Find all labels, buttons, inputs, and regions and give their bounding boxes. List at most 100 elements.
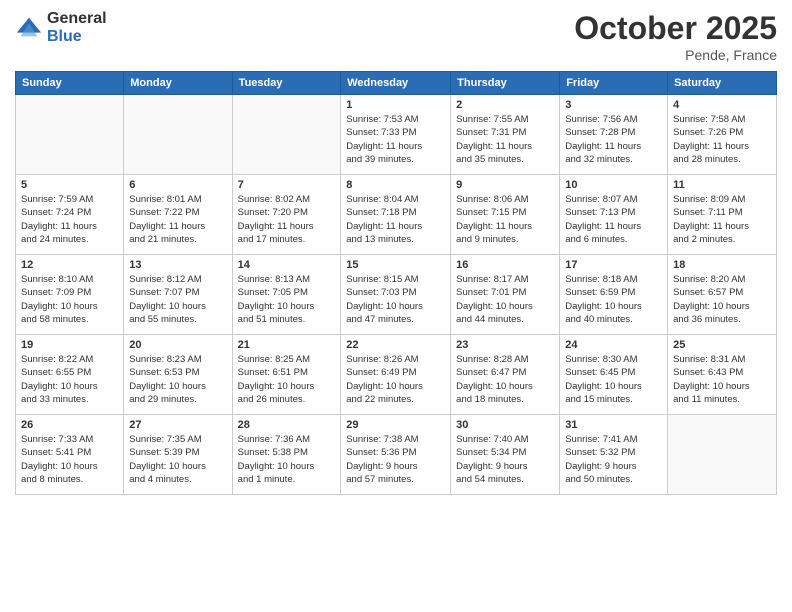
col-friday: Friday [560, 72, 668, 95]
day-number: 24 [565, 339, 662, 351]
day-number: 21 [238, 339, 336, 351]
day-info: Sunrise: 8:02 AMSunset: 7:20 PMDaylight:… [238, 193, 336, 246]
day-info: Sunrise: 7:58 AMSunset: 7:26 PMDaylight:… [673, 113, 771, 166]
day-number: 30 [456, 419, 554, 431]
table-row: 9 Sunrise: 8:06 AMSunset: 7:15 PMDaylight… [451, 175, 560, 255]
calendar-table: Sunday Monday Tuesday Wednesday Thursday… [15, 71, 777, 495]
col-saturday: Saturday [668, 72, 777, 95]
table-row: 10 Sunrise: 8:07 AMSunset: 7:13 PMDayligh… [560, 175, 668, 255]
day-number: 13 [129, 259, 226, 271]
day-info: Sunrise: 7:41 AMSunset: 5:32 PMDaylight:… [565, 433, 662, 486]
day-info: Sunrise: 8:04 AMSunset: 7:18 PMDaylight:… [346, 193, 445, 246]
table-row: 3 Sunrise: 7:56 AMSunset: 7:28 PMDaylight… [560, 95, 668, 175]
table-row: 12 Sunrise: 8:10 AMSunset: 7:09 PMDayligh… [16, 255, 124, 335]
day-info: Sunrise: 7:36 AMSunset: 5:38 PMDaylight:… [238, 433, 336, 486]
table-row: 4 Sunrise: 7:58 AMSunset: 7:26 PMDaylight… [668, 95, 777, 175]
day-number: 11 [673, 179, 771, 191]
calendar-week-row: 26 Sunrise: 7:33 AMSunset: 5:41 PMDayligh… [16, 415, 777, 495]
day-info: Sunrise: 8:17 AMSunset: 7:01 PMDaylight:… [456, 273, 554, 326]
table-row: 2Sunrise: 7:55 AMSunset: 7:31 PMDaylight… [451, 95, 560, 175]
day-info: Sunrise: 7:55 AMSunset: 7:31 PMDaylight:… [456, 113, 554, 166]
day-number: 1 [346, 99, 445, 111]
day-number: 19 [21, 339, 118, 351]
table-row: 1 Sunrise: 7:53 AMSunset: 7:33 PMDaylight… [341, 95, 451, 175]
day-info: Sunrise: 8:30 AMSunset: 6:45 PMDaylight:… [565, 353, 662, 406]
col-wednesday: Wednesday [341, 72, 451, 95]
day-info: Sunrise: 7:33 AMSunset: 5:41 PMDaylight:… [21, 433, 118, 486]
table-row: 26 Sunrise: 7:33 AMSunset: 5:41 PMDayligh… [16, 415, 124, 495]
day-info: Sunrise: 8:12 AMSunset: 7:07 PMDaylight:… [129, 273, 226, 326]
day-number: 12 [21, 259, 118, 271]
day-info: Sunrise: 7:40 AMSunset: 5:34 PMDaylight:… [456, 433, 554, 486]
table-row: 15 Sunrise: 8:15 AMSunset: 7:03 PMDayligh… [341, 255, 451, 335]
logo-general: General [47, 10, 107, 28]
day-info: Sunrise: 8:15 AMSunset: 7:03 PMDaylight:… [346, 273, 445, 326]
col-sunday: Sunday [16, 72, 124, 95]
day-number: 5 [21, 179, 118, 191]
day-number: 16 [456, 259, 554, 271]
table-row: 25 Sunrise: 8:31 AMSunset: 6:43 PMDayligh… [668, 335, 777, 415]
table-row: 17Sunrise: 8:18 AMSunset: 6:59 PMDayligh… [560, 255, 668, 335]
table-row: 19 Sunrise: 8:22 AMSunset: 6:55 PMDayligh… [16, 335, 124, 415]
day-number: 7 [238, 179, 336, 191]
col-tuesday: Tuesday [232, 72, 341, 95]
table-row: 31 Sunrise: 7:41 AMSunset: 5:32 PMDayligh… [560, 415, 668, 495]
day-info: Sunrise: 7:35 AMSunset: 5:39 PMDaylight:… [129, 433, 226, 486]
day-number: 4 [673, 99, 771, 111]
col-monday: Monday [124, 72, 232, 95]
calendar-week-row: 1 Sunrise: 7:53 AMSunset: 7:33 PMDaylight… [16, 95, 777, 175]
table-row: 7 Sunrise: 8:02 AMSunset: 7:20 PMDaylight… [232, 175, 341, 255]
table-row: 8 Sunrise: 8:04 AMSunset: 7:18 PMDaylight… [341, 175, 451, 255]
day-number: 3 [565, 99, 662, 111]
day-info: Sunrise: 8:10 AMSunset: 7:09 PMDaylight:… [21, 273, 118, 326]
page-header: General Blue October 2025 Pende, France [15, 10, 777, 63]
table-row: 20 Sunrise: 8:23 AMSunset: 6:53 PMDayligh… [124, 335, 232, 415]
table-row: 6Sunrise: 8:01 AMSunset: 7:22 PMDaylight… [124, 175, 232, 255]
col-thursday: Thursday [451, 72, 560, 95]
table-row [124, 95, 232, 175]
table-row: 18 Sunrise: 8:20 AMSunset: 6:57 PMDayligh… [668, 255, 777, 335]
table-row: 24 Sunrise: 8:30 AMSunset: 6:45 PMDayligh… [560, 335, 668, 415]
table-row: 16 Sunrise: 8:17 AMSunset: 7:01 PMDayligh… [451, 255, 560, 335]
day-info: Sunrise: 8:09 AMSunset: 7:11 PMDaylight:… [673, 193, 771, 246]
table-row [16, 95, 124, 175]
day-number: 29 [346, 419, 445, 431]
table-row: 23Sunrise: 8:28 AMSunset: 6:47 PMDayligh… [451, 335, 560, 415]
table-row [668, 415, 777, 495]
day-number: 20 [129, 339, 226, 351]
day-info: Sunrise: 8:06 AMSunset: 7:15 PMDaylight:… [456, 193, 554, 246]
day-info: Sunrise: 8:18 AMSunset: 6:59 PMDaylight:… [565, 273, 662, 326]
logo-blue: Blue [47, 28, 107, 46]
day-number: 23 [456, 339, 554, 351]
day-number: 22 [346, 339, 445, 351]
day-info: Sunrise: 8:13 AMSunset: 7:05 PMDaylight:… [238, 273, 336, 326]
day-number: 18 [673, 259, 771, 271]
day-info: Sunrise: 8:20 AMSunset: 6:57 PMDaylight:… [673, 273, 771, 326]
day-info: Sunrise: 8:25 AMSunset: 6:51 PMDaylight:… [238, 353, 336, 406]
day-number: 8 [346, 179, 445, 191]
logo-text: General Blue [47, 10, 107, 45]
day-number: 27 [129, 419, 226, 431]
day-number: 15 [346, 259, 445, 271]
day-info: Sunrise: 8:23 AMSunset: 6:53 PMDaylight:… [129, 353, 226, 406]
day-info: Sunrise: 7:56 AMSunset: 7:28 PMDaylight:… [565, 113, 662, 166]
calendar-header-row: Sunday Monday Tuesday Wednesday Thursday… [16, 72, 777, 95]
table-row: 13 Sunrise: 8:12 AMSunset: 7:07 PMDayligh… [124, 255, 232, 335]
day-number: 26 [21, 419, 118, 431]
table-row: 22Sunrise: 8:26 AMSunset: 6:49 PMDayligh… [341, 335, 451, 415]
day-number: 25 [673, 339, 771, 351]
day-info: Sunrise: 8:22 AMSunset: 6:55 PMDaylight:… [21, 353, 118, 406]
day-info: Sunrise: 8:31 AMSunset: 6:43 PMDaylight:… [673, 353, 771, 406]
month-title: October 2025 [574, 10, 777, 47]
day-number: 9 [456, 179, 554, 191]
calendar-week-row: 12 Sunrise: 8:10 AMSunset: 7:09 PMDayligh… [16, 255, 777, 335]
day-info: Sunrise: 8:07 AMSunset: 7:13 PMDaylight:… [565, 193, 662, 246]
table-row: 28Sunrise: 7:36 AMSunset: 5:38 PMDayligh… [232, 415, 341, 495]
day-number: 31 [565, 419, 662, 431]
day-number: 14 [238, 259, 336, 271]
table-row: 21 Sunrise: 8:25 AMSunset: 6:51 PMDayligh… [232, 335, 341, 415]
day-info: Sunrise: 7:59 AMSunset: 7:24 PMDaylight:… [21, 193, 118, 246]
day-info: Sunrise: 7:53 AMSunset: 7:33 PMDaylight:… [346, 113, 445, 166]
table-row: 29Sunrise: 7:38 AMSunset: 5:36 PMDayligh… [341, 415, 451, 495]
day-number: 10 [565, 179, 662, 191]
